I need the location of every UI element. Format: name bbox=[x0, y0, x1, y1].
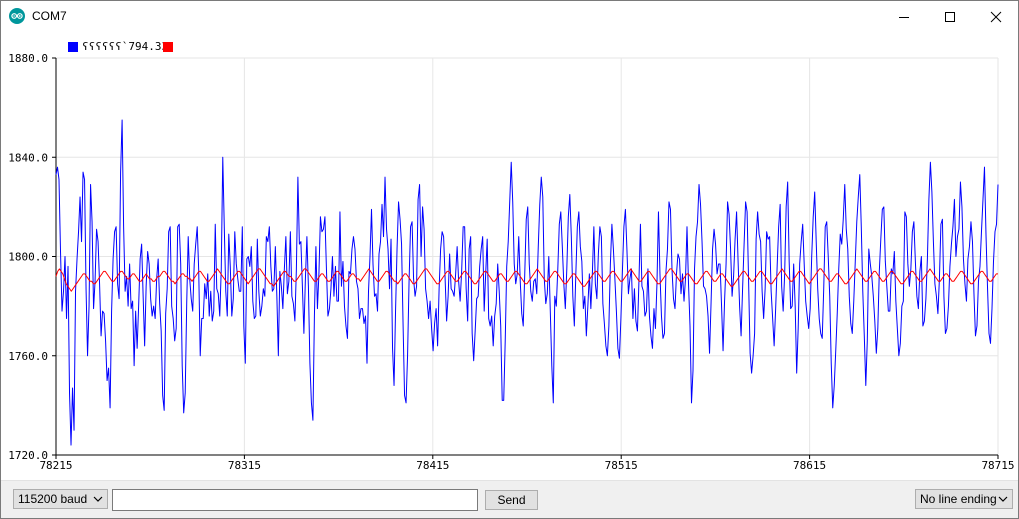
serial-plotter-window: COM7 1880.0 1840.0 1800.0 1760.0 1720.0 78215… bbox=[0, 0, 1019, 519]
series-line-2 bbox=[55, 268, 998, 292]
baud-rate-select[interactable]: 115200 baud bbox=[13, 489, 108, 509]
plot-legend: ʕʕʕʕʕʕ`794.33 bbox=[68, 40, 173, 53]
minimize-icon bbox=[899, 16, 909, 18]
plot-series bbox=[55, 119, 999, 446]
y-tick-label: 1760.0 bbox=[8, 350, 48, 363]
window-title: COM7 bbox=[32, 9, 67, 23]
plot-area: 1880.0 1840.0 1800.0 1760.0 1720.0 78215 78315… bbox=[1, 32, 1018, 478]
bottom-toolbar: 115200 baud Send No line ending bbox=[1, 480, 1018, 518]
legend-swatch-series1 bbox=[68, 42, 78, 52]
line-ending-select[interactable]: No line ending bbox=[915, 489, 1013, 509]
close-icon bbox=[990, 11, 1002, 22]
y-tick-label: 1800.0 bbox=[8, 251, 48, 264]
legend-swatch-series2 bbox=[163, 42, 173, 52]
send-button[interactable]: Send bbox=[485, 490, 538, 510]
series-line-1 bbox=[55, 119, 999, 446]
serial-plot-chart: 1880.01840.01800.01760.01720.078215 78315… bbox=[8, 40, 1014, 472]
x-tick-label: 78215 bbox=[39, 459, 72, 472]
title-bar[interactable]: COM7 bbox=[1, 1, 1018, 32]
plot-ticks: 1880.01840.01800.01760.01720.078215 78315… bbox=[8, 52, 1014, 472]
x-tick-label: 78415 bbox=[416, 459, 449, 472]
maximize-button[interactable] bbox=[927, 1, 973, 32]
line-ending-value: No line ending bbox=[920, 492, 997, 506]
chevron-down-icon bbox=[93, 496, 103, 502]
minimize-button[interactable] bbox=[881, 1, 927, 32]
arduino-logo-icon bbox=[9, 8, 25, 24]
x-tick-label: 78315 bbox=[228, 459, 261, 472]
close-button[interactable] bbox=[973, 1, 1018, 32]
x-tick-label: 78715 bbox=[981, 459, 1014, 472]
baud-rate-value: 115200 baud bbox=[18, 492, 88, 506]
y-tick-label: 1840.0 bbox=[8, 151, 48, 164]
plot-grid bbox=[55, 57, 999, 456]
message-input[interactable] bbox=[112, 489, 478, 511]
x-tick-label: 78615 bbox=[793, 459, 826, 472]
chevron-down-icon bbox=[998, 496, 1008, 502]
x-tick-label: 78515 bbox=[605, 459, 638, 472]
maximize-icon bbox=[945, 11, 955, 22]
y-tick-label: 1880.0 bbox=[8, 52, 48, 65]
legend-label-series1: ʕʕʕʕʕʕ`794.33 bbox=[82, 40, 168, 53]
